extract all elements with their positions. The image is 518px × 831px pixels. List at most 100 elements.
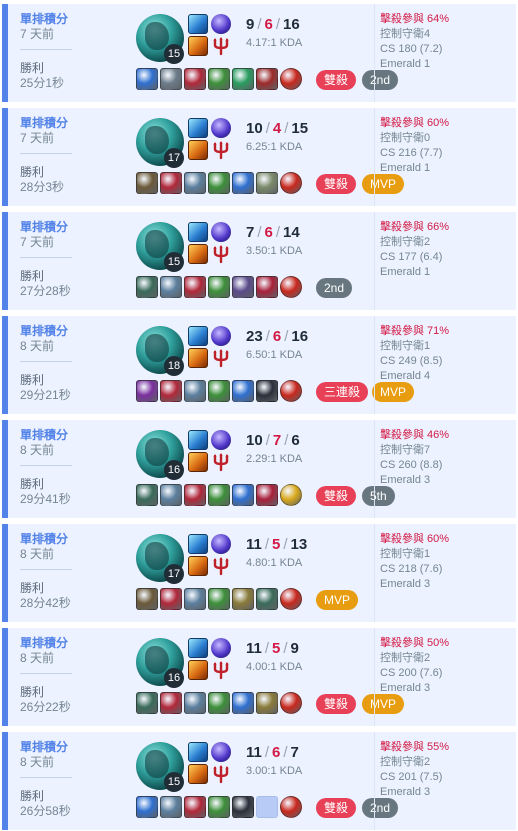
keystone-rune-icon[interactable] <box>211 222 231 242</box>
item-blue-icon[interactable] <box>136 68 158 90</box>
item-green-icon[interactable] <box>208 484 230 506</box>
item-purple-icon[interactable] <box>136 380 158 402</box>
item-gold-icon[interactable] <box>232 588 254 610</box>
flash-spell-icon[interactable] <box>188 14 208 34</box>
item-green-icon[interactable] <box>208 692 230 714</box>
item-green-icon[interactable] <box>208 276 230 298</box>
item-hydra-icon[interactable] <box>256 588 278 610</box>
match-duration: 27分28秒 <box>20 284 71 298</box>
item-green-icon[interactable] <box>208 380 230 402</box>
flash-spell-icon[interactable] <box>188 430 208 450</box>
item-axe-icon[interactable] <box>232 276 254 298</box>
keystone-rune-icon[interactable] <box>211 14 231 34</box>
queue-type: 單排積分 <box>20 220 69 234</box>
keystone-rune-icon[interactable] <box>211 430 231 450</box>
trident-rune-tree-icon[interactable] <box>211 660 231 680</box>
match-card[interactable]: 單排積分 7 天前 勝利 28分3秒 17 10/4/15 6.25:1 KDA… <box>2 108 516 206</box>
trident-rune-tree-icon[interactable] <box>211 244 231 264</box>
smite-spell-icon[interactable] <box>188 660 208 680</box>
item-lance-icon[interactable] <box>184 380 206 402</box>
flash-spell-icon[interactable] <box>188 118 208 138</box>
match-card[interactable]: 單排積分 8 天前 勝利 26分58秒 15 11/6/7 3.00:1 KDA… <box>2 732 516 830</box>
trident-rune-tree-icon[interactable] <box>211 140 231 160</box>
item-red-icon[interactable] <box>184 484 206 506</box>
match-card[interactable]: 單排積分 7 天前 勝利 27分28秒 15 7/6/14 3.50:1 KDA… <box>2 212 516 310</box>
item-hydra-icon[interactable] <box>136 276 158 298</box>
item-red-icon[interactable] <box>160 692 182 714</box>
item-green-icon[interactable] <box>208 588 230 610</box>
ward-icon[interactable] <box>280 796 302 818</box>
item-dark-icon[interactable] <box>232 796 254 818</box>
match-card[interactable]: 單排積分 8 天前 勝利 26分22秒 16 11/5/9 4.00:1 KDA… <box>2 628 516 726</box>
match-card[interactable]: 單排積分 7 天前 勝利 25分1秒 15 9/6/16 4.17:1 KDA … <box>2 4 516 102</box>
item-hydra-icon[interactable] <box>136 484 158 506</box>
item-dark-icon[interactable] <box>256 380 278 402</box>
flash-spell-icon[interactable] <box>188 638 208 658</box>
trident-rune-tree-icon[interactable] <box>211 348 231 368</box>
smite-spell-icon[interactable] <box>188 452 208 472</box>
keystone-rune-icon[interactable] <box>211 534 231 554</box>
flash-spell-icon[interactable] <box>188 742 208 762</box>
smite-spell-icon[interactable] <box>188 36 208 56</box>
item-red-icon[interactable] <box>160 380 182 402</box>
item-lance-icon[interactable] <box>184 172 206 194</box>
ward-icon[interactable] <box>280 276 302 298</box>
yellow-trinket-icon[interactable] <box>280 484 302 506</box>
item-armor-icon[interactable] <box>136 172 158 194</box>
flash-spell-icon[interactable] <box>188 534 208 554</box>
item-green-icon[interactable] <box>208 68 230 90</box>
item-crimson-icon[interactable] <box>256 484 278 506</box>
match-card[interactable]: 單排積分 8 天前 勝利 29分41秒 16 10/7/6 2.29:1 KDA… <box>2 420 516 518</box>
item-red-icon[interactable] <box>184 276 206 298</box>
trident-rune-tree-icon[interactable] <box>211 556 231 576</box>
item-lance-icon[interactable] <box>160 484 182 506</box>
ward-icon[interactable] <box>280 68 302 90</box>
match-card[interactable]: 單排積分 8 天前 勝利 29分21秒 18 23/6/16 6.50:1 KD… <box>2 316 516 414</box>
item-lance-icon[interactable] <box>160 276 182 298</box>
smite-spell-icon[interactable] <box>188 556 208 576</box>
smite-spell-icon[interactable] <box>188 140 208 160</box>
item-red-icon[interactable] <box>160 172 182 194</box>
keystone-rune-icon[interactable] <box>211 638 231 658</box>
ward-icon[interactable] <box>280 588 302 610</box>
smite-spell-icon[interactable] <box>188 244 208 264</box>
trident-rune-tree-icon[interactable] <box>211 764 231 784</box>
item-gold-icon[interactable] <box>256 692 278 714</box>
flash-spell-icon[interactable] <box>188 326 208 346</box>
item-blue-icon[interactable] <box>232 692 254 714</box>
ward-icon[interactable] <box>280 380 302 402</box>
item-blue-icon[interactable] <box>232 484 254 506</box>
smite-spell-icon[interactable] <box>188 348 208 368</box>
keystone-rune-icon[interactable] <box>211 742 231 762</box>
item-hydra-icon[interactable] <box>136 692 158 714</box>
keystone-rune-icon[interactable] <box>211 118 231 138</box>
item-crimson-icon[interactable] <box>256 276 278 298</box>
item-red-icon[interactable] <box>160 588 182 610</box>
ward-icon[interactable] <box>280 172 302 194</box>
item-blue-icon[interactable] <box>136 796 158 818</box>
item-blue-icon[interactable] <box>232 380 254 402</box>
item-green-icon[interactable] <box>208 796 230 818</box>
ward-icon[interactable] <box>280 692 302 714</box>
keystone-rune-icon[interactable] <box>211 326 231 346</box>
item-sword-icon[interactable] <box>256 172 278 194</box>
item-green-icon[interactable] <box>208 172 230 194</box>
trident-rune-tree-icon[interactable] <box>211 36 231 56</box>
item-red-icon[interactable] <box>184 68 206 90</box>
smite-spell-icon[interactable] <box>188 764 208 784</box>
item-red-icon[interactable] <box>184 796 206 818</box>
item-lance-icon[interactable] <box>160 796 182 818</box>
item-greaves-icon[interactable] <box>232 68 254 90</box>
item-blade-icon[interactable] <box>160 68 182 90</box>
item-lance-icon[interactable] <box>184 692 206 714</box>
match-card[interactable]: 單排積分 8 天前 勝利 28分42秒 17 11/5/13 4.80:1 KD… <box>2 524 516 622</box>
flash-spell-icon[interactable] <box>188 222 208 242</box>
empty-item-slot[interactable] <box>256 796 278 818</box>
item-blue-icon[interactable] <box>232 172 254 194</box>
item-lance-icon[interactable] <box>184 588 206 610</box>
champion-level: 15 <box>164 772 184 792</box>
item-armor-icon[interactable] <box>136 588 158 610</box>
match-stats: 擊殺參與 66% 控制守衛2 CS 177 (6.4) Emerald 1 <box>374 212 518 310</box>
trident-rune-tree-icon[interactable] <box>211 452 231 472</box>
item-cleaver-icon[interactable] <box>256 68 278 90</box>
